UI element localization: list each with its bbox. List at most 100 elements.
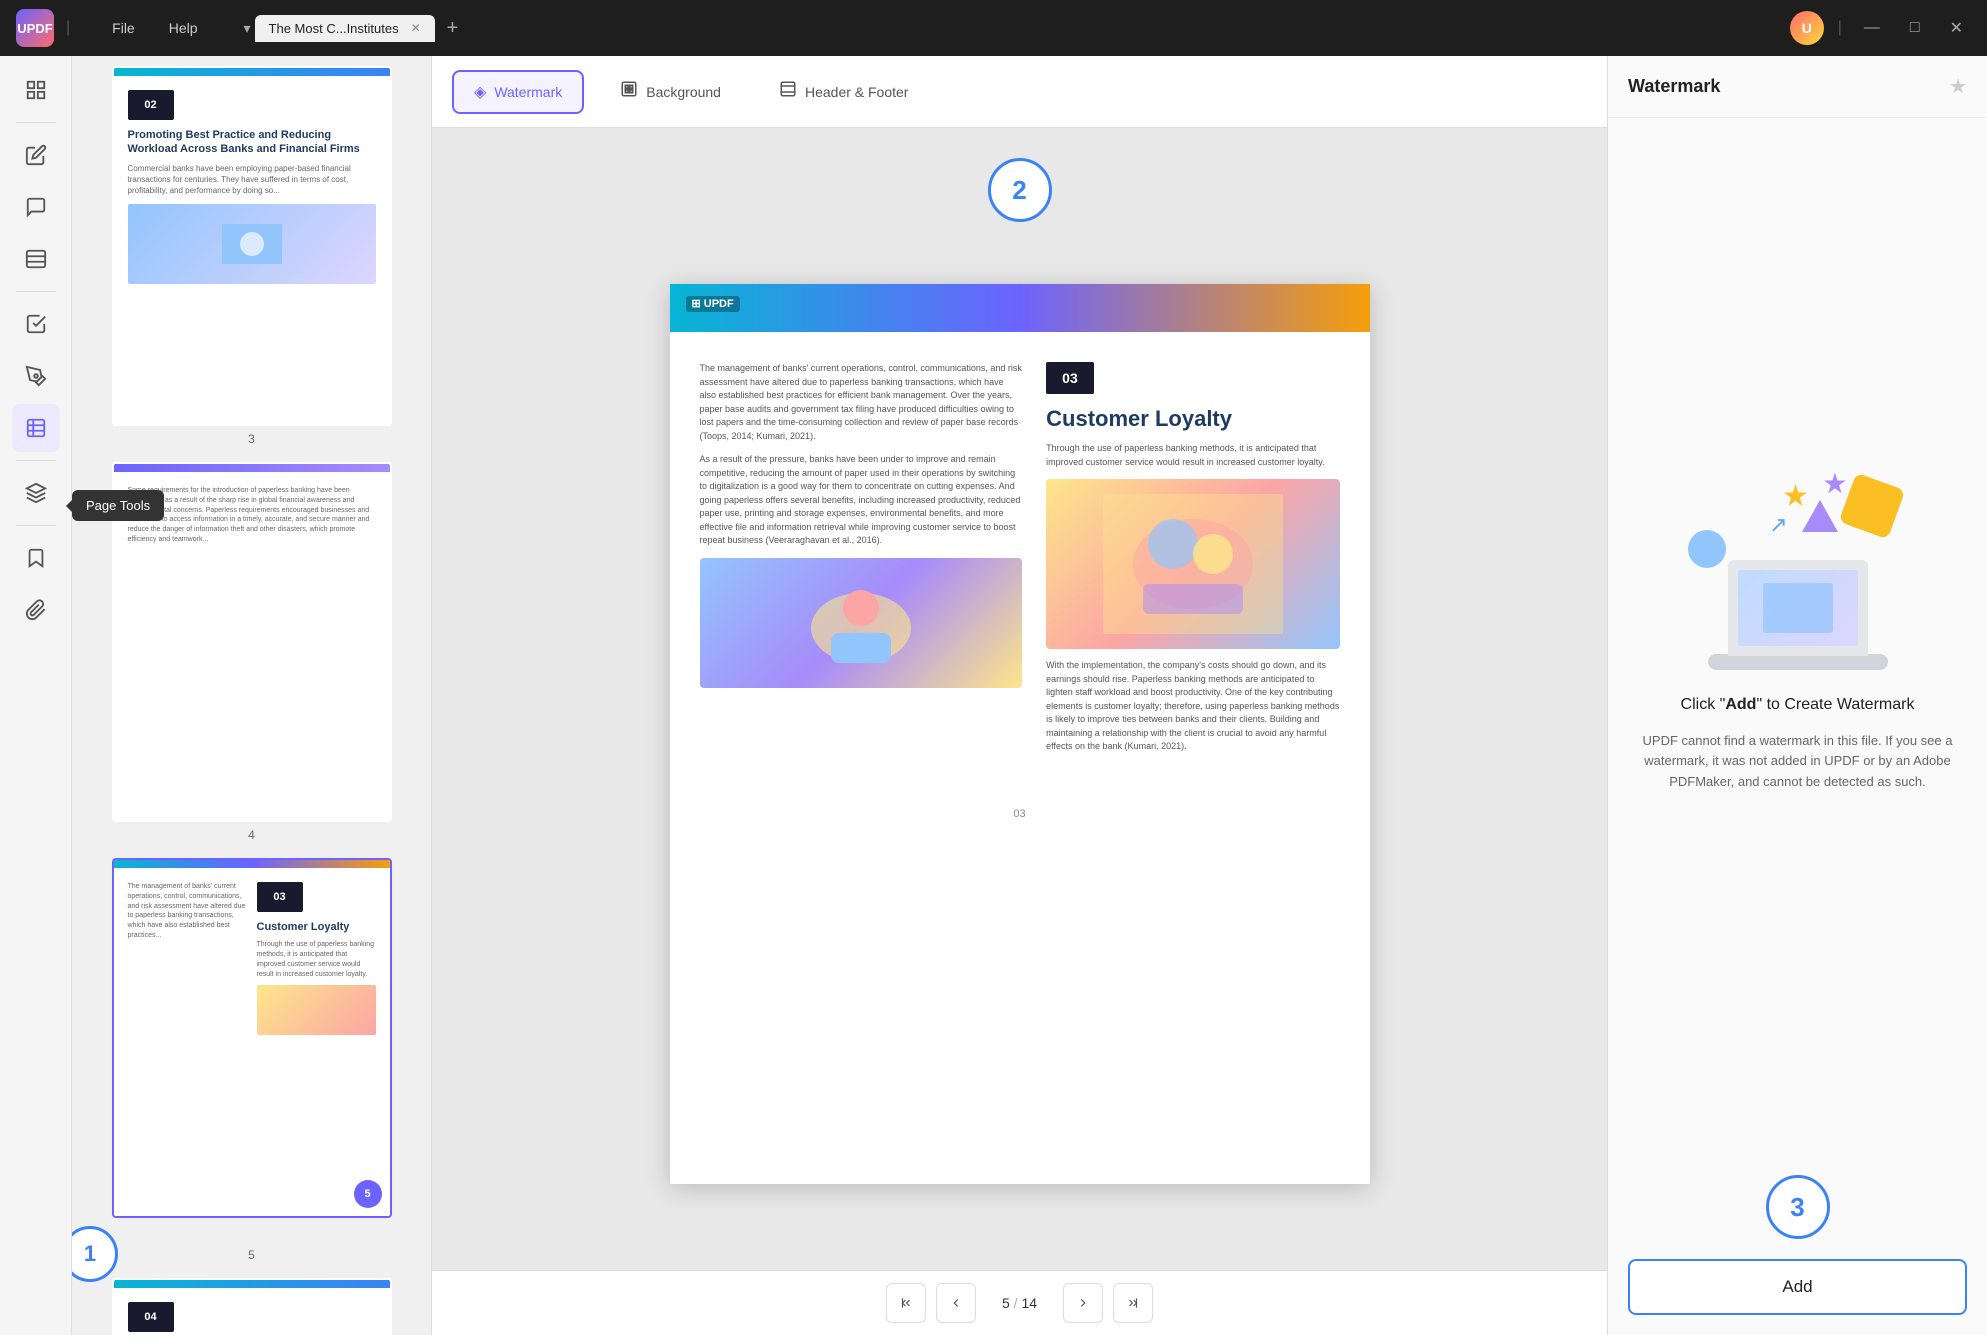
- page-indicator: 5 / 14: [986, 1295, 1053, 1311]
- minimize-button[interactable]: —: [1856, 15, 1888, 41]
- shape-star: ★: [1822, 470, 1847, 498]
- thumb-body-text-right: Through the use of paperless banking met…: [257, 940, 376, 979]
- right-panel: Watermark ★ ★ ↗: [1607, 56, 1987, 1335]
- thumb-title-5: Customer Loyalty: [257, 920, 376, 934]
- tab-dropdown-icon[interactable]: ▾: [244, 20, 251, 37]
- sidebar-item-form[interactable]: [12, 300, 60, 348]
- sidebar-item-sign[interactable]: [12, 352, 60, 400]
- thumb-page-number-4: 4: [248, 828, 255, 842]
- tab-area: ▾ The Most C...Institutes ✕ +: [244, 15, 1778, 42]
- last-page-button[interactable]: [1113, 1283, 1153, 1323]
- thumb-page-badge: 02: [128, 90, 174, 120]
- step-badge-1: 1: [72, 1226, 118, 1282]
- pdf-heading: Customer Loyalty: [1046, 406, 1339, 432]
- watermark-icon: ◈: [474, 82, 486, 102]
- pdf-para-2-left: As a result of the pressure, banks have …: [700, 453, 1023, 548]
- pdf-para-2-right: With the implementation, the company's c…: [1046, 659, 1339, 754]
- step-badge-3: 3: [1766, 1175, 1830, 1239]
- new-tab-button[interactable]: +: [439, 17, 467, 40]
- watermark-tool-button[interactable]: ◈ Watermark: [452, 70, 584, 114]
- pdf-image-1: [700, 558, 1023, 688]
- maximize-button[interactable]: □: [1902, 15, 1928, 41]
- step-badge-2: 2: [988, 158, 1052, 222]
- sidebar-sep-3: [16, 460, 56, 461]
- shape-arrow: ↗: [1769, 512, 1787, 538]
- thumb-page-badge-5: 03: [257, 882, 303, 912]
- tool-toolbar: ◈ Watermark Background Header & Footer: [432, 56, 1607, 128]
- thumbnail-page-6[interactable]: 04 Better Customer Services and Communic…: [112, 1278, 392, 1335]
- thumb-body-text: Some requirements for the introduction o…: [128, 486, 376, 545]
- first-page-button[interactable]: [886, 1283, 926, 1323]
- current-page: 5: [1002, 1295, 1010, 1311]
- pdf-para-1-left: The management of banks' current operati…: [700, 362, 1023, 443]
- avatar[interactable]: U: [1790, 11, 1824, 45]
- thumb-card-header: [114, 1280, 390, 1288]
- right-panel-footer: 3 Add: [1608, 1165, 1987, 1335]
- thumb-page-number-5: 5: [248, 1248, 255, 1262]
- pdf-viewer: 2 ⊞ UPDF The management of banks' curren…: [432, 128, 1607, 1270]
- menu-bar: File Help: [98, 14, 211, 42]
- thumb-card-header: [114, 68, 390, 76]
- title-bar: UPDF | File Help ▾ The Most C...Institut…: [0, 0, 1987, 56]
- total-pages: 14: [1021, 1295, 1037, 1311]
- add-watermark-button[interactable]: Add: [1628, 1259, 1967, 1315]
- win-sep: |: [1838, 19, 1842, 37]
- right-panel-title: Watermark: [1628, 76, 1720, 97]
- tab-close-icon[interactable]: ✕: [411, 21, 421, 35]
- sidebar-sep-4: [16, 525, 56, 526]
- sidebar-item-comment[interactable]: [12, 183, 60, 231]
- background-tool-button[interactable]: Background: [598, 68, 743, 115]
- next-page-button[interactable]: [1063, 1283, 1103, 1323]
- separator: |: [66, 19, 70, 37]
- thumbnail-page-5[interactable]: The management of banks' current operati…: [112, 858, 392, 1218]
- active-tab[interactable]: The Most C...Institutes ✕: [255, 15, 435, 42]
- sidebar-item-page-tools[interactable]: [12, 404, 60, 452]
- thumb-item-5: The management of banks' current operati…: [82, 858, 421, 1262]
- thumb-item-3: 02 Promoting Best Practice and Reducing …: [82, 66, 421, 446]
- sidebar-item-bookmark[interactable]: [12, 534, 60, 582]
- sidebar-sep-1: [16, 122, 56, 123]
- sidebar-item-attachment[interactable]: [12, 586, 60, 634]
- tab-title: The Most C...Institutes: [269, 21, 399, 36]
- menu-file[interactable]: File: [98, 14, 149, 42]
- pdf-page-content: The management of banks' current operati…: [670, 332, 1370, 794]
- prev-page-button[interactable]: [936, 1283, 976, 1323]
- thumb-card-content: The management of banks' current operati…: [114, 868, 390, 1049]
- sidebar-item-edit[interactable]: [12, 131, 60, 179]
- content-area: ◈ Watermark Background Header & Footer 2: [432, 56, 1607, 1335]
- title-bar-right: U | — □ ✕: [1790, 11, 1971, 45]
- header-footer-label: Header & Footer: [805, 84, 909, 100]
- thumb-selected-badge: 5: [354, 1180, 382, 1208]
- close-button[interactable]: ✕: [1942, 14, 1971, 42]
- pdf-image-2: [1046, 479, 1339, 649]
- right-panel-body: ★ ↗ Click "Add" to Create Watermark UPDF…: [1608, 118, 1987, 1165]
- thumbnail-panel: 02 Promoting Best Practice and Reducing …: [72, 56, 432, 1335]
- background-label: Background: [646, 84, 721, 100]
- shape-circle: [1688, 530, 1726, 568]
- sidebar-sep-2: [16, 291, 56, 292]
- pdf-logo: ⊞ UPDF: [686, 294, 740, 312]
- menu-help[interactable]: Help: [155, 14, 212, 42]
- right-panel-header: Watermark ★: [1608, 56, 1987, 118]
- header-footer-tool-button[interactable]: Header & Footer: [757, 68, 931, 115]
- sidebar: [0, 56, 72, 1335]
- thumb-body-text-left: The management of banks' current operati…: [128, 882, 247, 941]
- thumb-card-content: 02 Promoting Best Practice and Reducing …: [114, 76, 390, 298]
- favorite-icon[interactable]: ★: [1949, 74, 1967, 99]
- watermark-cta-text: Click "Add" to Create Watermark: [1681, 694, 1915, 716]
- thumbnail-page-3[interactable]: 02 Promoting Best Practice and Reducing …: [112, 66, 392, 426]
- main-area: Page Tools 02 Promoting Best Practice an…: [0, 56, 1987, 1335]
- thumb-item-6: 04 Better Customer Services and Communic…: [82, 1278, 421, 1335]
- pdf-page-num-badge: 03: [1046, 362, 1094, 394]
- pdf-page: ⊞ UPDF The management of banks' current …: [670, 284, 1370, 1184]
- sidebar-item-layers[interactable]: [12, 469, 60, 517]
- pdf-left-col: The management of banks' current operati…: [700, 362, 1023, 764]
- laptop-base: [1708, 654, 1888, 670]
- add-strong: Add: [1725, 696, 1756, 713]
- pdf-page-footer: 03: [670, 794, 1370, 834]
- pdf-page-header-bar: [670, 284, 1370, 332]
- header-footer-icon: [779, 80, 797, 103]
- sidebar-item-thumbnails[interactable]: [12, 66, 60, 114]
- sidebar-item-pages[interactable]: [12, 235, 60, 283]
- tooltip-page-tools: Page Tools: [72, 490, 164, 521]
